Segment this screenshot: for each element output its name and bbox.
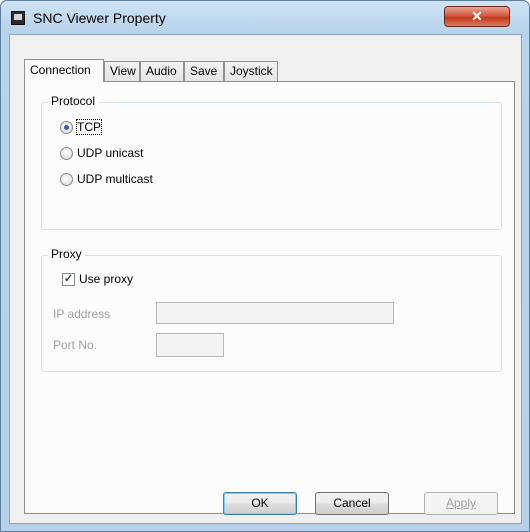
window-title: SNC Viewer Property	[33, 10, 166, 26]
radio-icon[interactable]	[60, 121, 73, 135]
radio-udp-multicast-label: UDP multicast	[77, 172, 153, 186]
tab-label: Audio	[146, 64, 177, 78]
apply-button[interactable]: Apply	[424, 492, 498, 515]
tab-audio[interactable]: Audio	[140, 61, 184, 81]
close-button[interactable]: ✕	[444, 6, 510, 27]
proxy-group: Proxy ✓ Use proxy IP address Port No.	[41, 247, 502, 372]
radio-udp-unicast-label: UDP unicast	[77, 146, 144, 160]
tab-view[interactable]: View	[104, 61, 140, 81]
tab-save[interactable]: Save	[184, 61, 224, 81]
checkbox-icon[interactable]: ✓	[62, 273, 75, 287]
port-no-field[interactable]	[156, 333, 224, 357]
radio-icon[interactable]	[60, 173, 73, 187]
radio-icon[interactable]	[60, 147, 73, 161]
ip-address-label: IP address	[53, 307, 111, 321]
radio-tcp-label: TCP	[76, 119, 102, 135]
use-proxy-label: Use proxy	[79, 272, 134, 286]
ip-address-field[interactable]	[156, 302, 394, 324]
connection-tab-panel: Protocol TCP UDP unicast UDP multicast P…	[24, 81, 515, 514]
cancel-button-label: Cancel	[333, 496, 371, 510]
close-icon: ✕	[471, 8, 483, 24]
tab-joystick[interactable]: Joystick	[224, 61, 278, 81]
tab-label: Joystick	[230, 64, 273, 78]
radio-udp-unicast[interactable]: UDP unicast	[60, 146, 143, 164]
port-no-label: Port No.	[53, 338, 98, 352]
tab-label: Connection	[30, 63, 91, 77]
apply-button-label: Apply	[445, 496, 477, 510]
app-window-icon[interactable]	[11, 11, 25, 25]
proxy-group-label: Proxy	[48, 247, 85, 261]
ok-button-label: OK	[251, 496, 269, 510]
dialog-window: SNC Viewer Property ✕ Connection View Au…	[0, 0, 530, 532]
title-bar[interactable]: SNC Viewer Property ✕	[1, 1, 529, 33]
cancel-button[interactable]: Cancel	[315, 492, 389, 515]
radio-udp-multicast[interactable]: UDP multicast	[60, 172, 153, 190]
protocol-group-label: Protocol	[48, 94, 99, 108]
use-proxy-checkbox[interactable]: ✓ Use proxy	[62, 272, 133, 290]
protocol-group: Protocol TCP UDP unicast UDP multicast	[41, 94, 502, 230]
radio-tcp[interactable]: TCP	[60, 119, 102, 138]
dialog-client-area: Connection View Audio Save Joystick Prot…	[9, 34, 522, 524]
tab-label: View	[110, 64, 136, 78]
tab-connection[interactable]: Connection	[24, 59, 104, 82]
ok-button[interactable]: OK	[223, 492, 297, 515]
tab-label: Save	[190, 64, 218, 78]
